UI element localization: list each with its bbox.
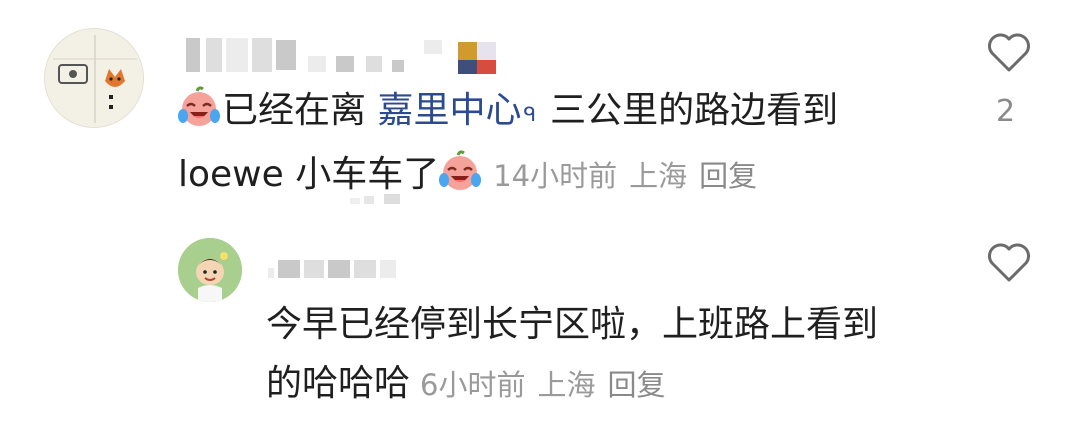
comment-text-line1: 已经在离 嘉里中心 ᑫ 三公里的路边看到 bbox=[178, 86, 838, 135]
reply-text-line2: 的哈哈哈 6小时前 上海 回复 bbox=[266, 360, 678, 409]
avatar-illustration bbox=[178, 238, 242, 302]
search-icon: ᑫ bbox=[523, 102, 537, 126]
comment-text-segment: 已经在离 bbox=[222, 90, 367, 131]
comment-meta: 14小时前 上海 回复 bbox=[493, 159, 769, 193]
user-level-badge-icon bbox=[458, 42, 496, 74]
reply-time: 6小时前 bbox=[420, 368, 526, 402]
replier-avatar[interactable] bbox=[178, 238, 242, 302]
comment-location: 上海 bbox=[629, 159, 688, 193]
comment-text-segment: 三公里的路边看到 bbox=[550, 90, 839, 131]
crying-laughing-face-icon bbox=[178, 86, 220, 126]
crying-laughing-face-icon bbox=[439, 150, 482, 190]
avatar-illustration bbox=[45, 29, 143, 127]
reply-meta: 6小时前 上海 回复 bbox=[420, 368, 677, 402]
mention-link[interactable]: 嘉里中心 bbox=[377, 90, 521, 131]
like-heart-icon[interactable] bbox=[986, 30, 1032, 74]
reply-button[interactable]: 回复 bbox=[607, 368, 665, 402]
reply-button[interactable]: 回复 bbox=[699, 159, 757, 193]
comment-time: 14小时前 bbox=[493, 159, 618, 193]
like-count: 2 bbox=[996, 94, 1016, 129]
commenter-avatar[interactable] bbox=[44, 28, 144, 128]
comment-text-line2: loewe 小车车了 14小时前 上海 回复 bbox=[178, 150, 769, 200]
blur-artifact bbox=[350, 194, 400, 204]
replier-username[interactable] bbox=[268, 256, 398, 280]
reply-text-segment: 的哈哈哈 bbox=[266, 363, 411, 404]
comment-text-segment: loewe 小车车了 bbox=[178, 154, 440, 195]
reply-location: 上海 bbox=[537, 368, 596, 402]
reply-text-line1: 今早已经停到长宁区啦，上班路上看到 bbox=[266, 304, 879, 345]
like-heart-icon[interactable] bbox=[986, 240, 1032, 284]
